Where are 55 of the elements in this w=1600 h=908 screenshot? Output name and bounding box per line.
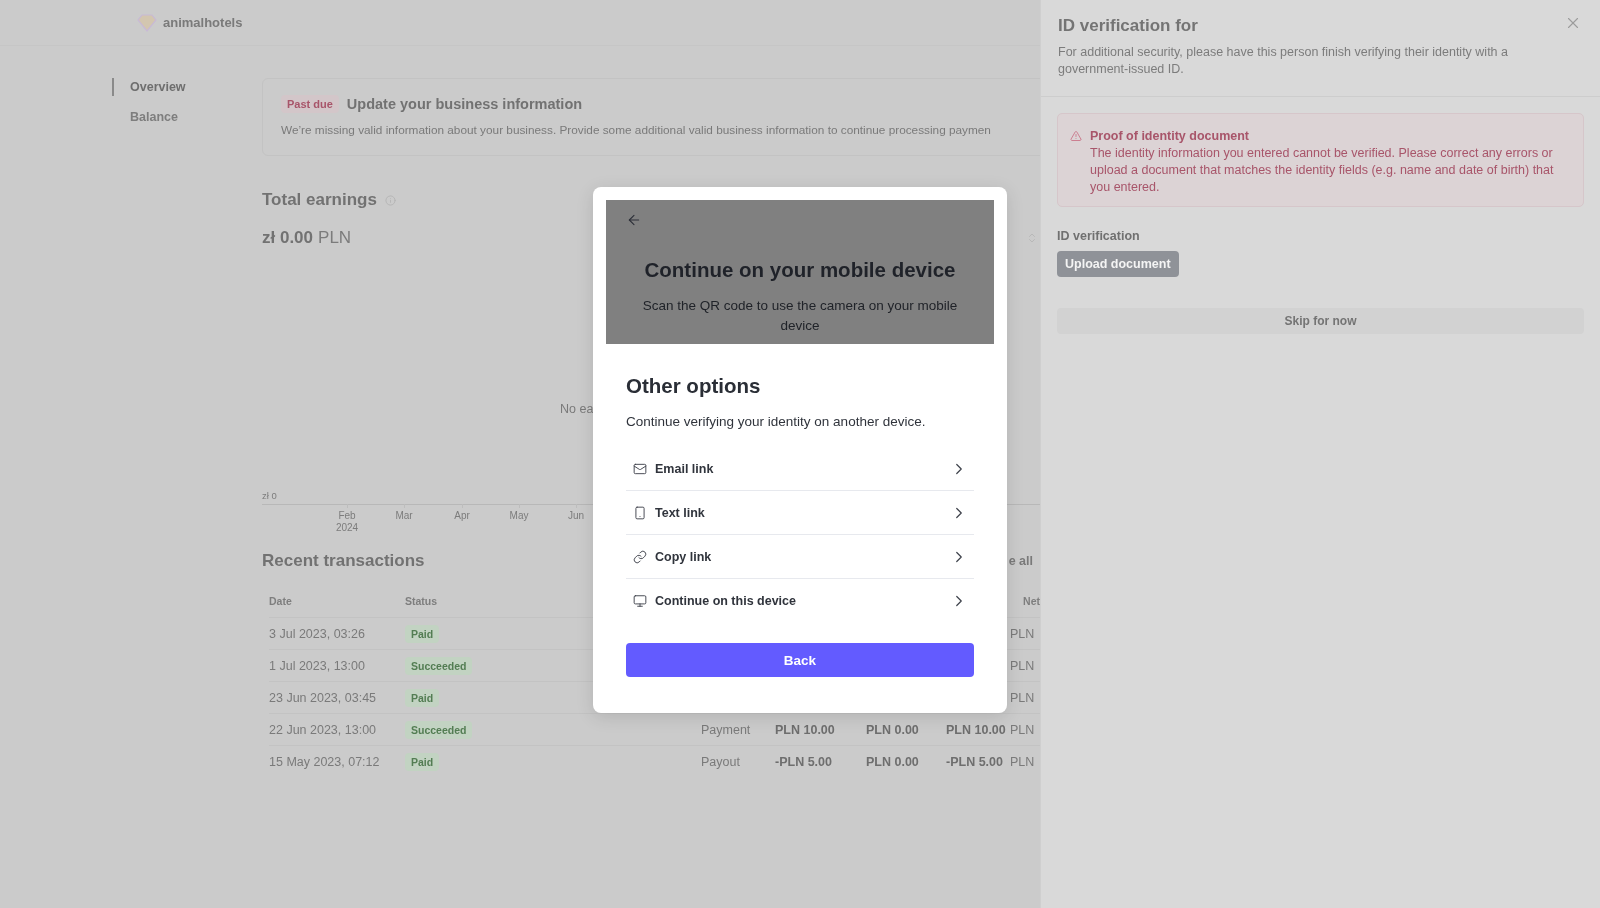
see-all-link[interactable]: e all (1008, 554, 1033, 568)
dialog-title: Continue on your mobile device (644, 258, 956, 282)
back-button[interactable]: Back (626, 643, 974, 677)
panel-title: ID verification for (1058, 16, 1198, 36)
table-cell: -PLN 5.00 (775, 745, 866, 777)
table-cell: Payout (701, 745, 775, 777)
upload-button[interactable]: Upload document (1057, 251, 1179, 277)
table-cell: 15 May 2023, 07:12 (269, 745, 405, 777)
column-header: Date (269, 595, 292, 607)
status-badge: Succeeded (405, 656, 473, 675)
status-badge: Paid (405, 688, 440, 707)
status-badge: Paid (405, 752, 440, 771)
status-badge: Past due (281, 95, 339, 113)
monitor-icon (633, 594, 647, 608)
nav-item[interactable]: Balance (112, 108, 262, 126)
axis-label: May (509, 510, 529, 522)
table-cell: 1 Jul 2023, 13:00 (269, 649, 405, 681)
table-cell: PLN 0.00 (866, 745, 946, 777)
alert-title: Proof of identity document (1090, 128, 1251, 145)
status-badge: Succeeded (405, 720, 473, 739)
column-header: Status (405, 595, 438, 607)
nav-item[interactable]: Overview (112, 78, 262, 96)
logo-icon (137, 13, 157, 32)
warning-icon (1070, 130, 1082, 142)
axis-label: Apr (454, 510, 470, 522)
back-arrow-icon[interactable] (626, 212, 642, 228)
currency-label: PLN (318, 228, 352, 248)
alert-text: The identity information you entered cannot be verified. Please correct any errors or upload a document that matches the identity fields (e.g. name and date of birth) that you entered. (1090, 145, 1555, 196)
link-icon (633, 549, 647, 564)
dialog-subtitle: Scan the QR code to use the camera on your mobile device (641, 297, 959, 335)
axis-label: Jun (567, 510, 585, 522)
axis-label: Mar (395, 510, 413, 522)
table-cell: 22 Jun 2023, 13:00 (269, 713, 405, 745)
axis-label: 2024 (335, 522, 359, 534)
panel-description: For additional security, please have this person finish verifying their identity with a government-issued ID. (1058, 44, 1509, 78)
table-cell: 23 Jun 2023, 03:45 (269, 681, 405, 713)
skip-button[interactable]: Skip for now (1057, 308, 1584, 334)
axis-label: zł 0 (262, 490, 277, 501)
mail-icon (633, 461, 647, 476)
alert-title: Update your business information (346, 96, 583, 112)
earnings-amount: zł 0.00 (262, 228, 314, 248)
empty-message: No ea (560, 402, 594, 416)
section-label: ID verification (1057, 229, 1140, 243)
phone-icon (633, 505, 647, 520)
brand-name: animalhotels (163, 15, 243, 30)
table-cell: 3 Jul 2023, 03:26 (269, 617, 405, 649)
axis-label: Feb (338, 510, 356, 522)
sheet-title: Other options (626, 374, 762, 398)
section-title: Total earnings (262, 190, 377, 210)
sheet-description: Continue verifying your identity on another device. (626, 414, 927, 429)
status-badge: Paid (405, 624, 440, 643)
column-header: Net (1023, 595, 1040, 607)
table-cell: -PLN 5.00 (946, 745, 1010, 777)
section-title: Recent transactions (262, 551, 425, 571)
alert-text: We’re missing valid information about your business. Provide some additional valid business information to continue processing paymen (281, 123, 992, 137)
